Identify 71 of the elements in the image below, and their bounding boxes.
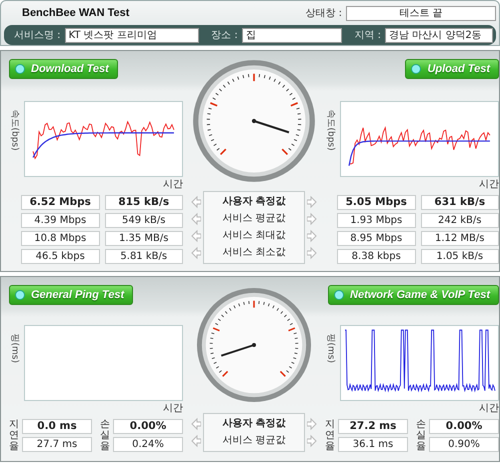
status-field: 테스트 끝 — [346, 6, 496, 20]
input-field[interactable]: 경남 마산시 양덕2동 — [385, 28, 493, 42]
test-button[interactable]: Upload Test — [405, 59, 499, 79]
value-cell: 5.05 Mbps — [337, 195, 416, 210]
value-cell: 242 kB/s — [420, 213, 499, 228]
axis-label: 속도(bps) — [324, 110, 336, 153]
arrow-icon — [307, 246, 317, 260]
status-dot-icon — [15, 64, 25, 74]
value-cell: 0.00% — [429, 419, 499, 434]
test-button[interactable]: Download Test — [9, 59, 118, 79]
field-label: 장소 : — [211, 29, 238, 42]
arrow-icon — [191, 229, 201, 243]
arrow-icon — [191, 212, 201, 226]
input-field[interactable]: KT 넷스팟 프리미엄 — [64, 28, 199, 42]
value-cell: 549 kB/s — [104, 213, 183, 228]
value-cell: 1.35 MB/s — [104, 231, 183, 246]
row-label: 서비스 최대값 — [221, 229, 287, 243]
metric-label: 손실율 — [416, 419, 426, 452]
value-cell: 6.52 Mbps — [21, 195, 100, 210]
field-label: 서비스명 : — [14, 29, 61, 42]
row-label: 서비스 최소값 — [221, 246, 287, 260]
value-cell: 1.12 MB/s — [420, 231, 499, 246]
metric-label: 지연율 — [325, 419, 335, 452]
test-button[interactable]: Network Game & VoIP Test — [328, 285, 499, 305]
value-cell: 8.38 kbps — [337, 249, 416, 264]
arrow-icon — [307, 212, 317, 226]
axis-label: 시간 — [163, 178, 183, 191]
value-cell: 5.81 kB/s — [104, 249, 183, 264]
metric-label: 손실율 — [100, 419, 110, 452]
value-cell: 10.8 Mbps — [21, 231, 100, 246]
row-label: 서비스 평균값 — [221, 212, 287, 226]
arrow-icon — [191, 417, 201, 431]
value-cell: 0.24% — [113, 437, 183, 452]
axis-label: 시간 — [479, 178, 499, 191]
arrow-icon — [191, 195, 201, 209]
input-field[interactable]: 집 — [242, 28, 342, 42]
axis-label: 시간 — [163, 402, 183, 415]
value-cell: 0.0 ms — [22, 419, 92, 434]
field-label: 지역 : — [354, 29, 381, 42]
value-cell: 27.2 ms — [338, 419, 408, 434]
value-cell: 0.00% — [113, 419, 183, 434]
value-cell: 46.5 kbps — [21, 249, 100, 264]
row-label: 사용자 측정값 — [221, 417, 287, 431]
value-cell: 631 kB/s — [420, 195, 499, 210]
value-cell: 27.7 ms — [22, 437, 92, 452]
value-cell: 8.95 Mbps — [337, 231, 416, 246]
arrow-icon — [307, 417, 317, 431]
test-button[interactable]: General Ping Test — [9, 285, 134, 305]
axis-label: 핑(ms) — [324, 334, 336, 365]
value-cell: 4.39 Mbps — [21, 213, 100, 228]
value-cell: 0.90% — [429, 437, 499, 452]
status-dot-icon — [15, 290, 25, 300]
window-title: BenchBee WAN Test — [22, 7, 130, 19]
value-cell: 36.1 ms — [338, 437, 408, 452]
arrow-icon — [307, 434, 317, 448]
arrow-icon — [191, 246, 201, 260]
status-dot-icon — [411, 64, 422, 74]
status-dot-icon — [334, 290, 344, 300]
value-cell: 1.05 kB/s — [420, 249, 499, 264]
status-label: 상태창 : — [305, 7, 342, 20]
metric-label: 지연율 — [9, 419, 19, 452]
value-cell: 815 kB/s — [104, 195, 183, 210]
axis-label: 시간 — [479, 402, 499, 415]
arrow-icon — [191, 434, 201, 448]
row-label: 사용자 측정값 — [221, 195, 287, 209]
value-cell: 1.93 Mbps — [337, 213, 416, 228]
arrow-icon — [307, 195, 317, 209]
arrow-icon — [307, 229, 317, 243]
axis-label: 속도(bps) — [8, 110, 20, 153]
row-label: 서비스 평균값 — [221, 434, 287, 448]
axis-label: 핑(ms) — [8, 334, 20, 365]
